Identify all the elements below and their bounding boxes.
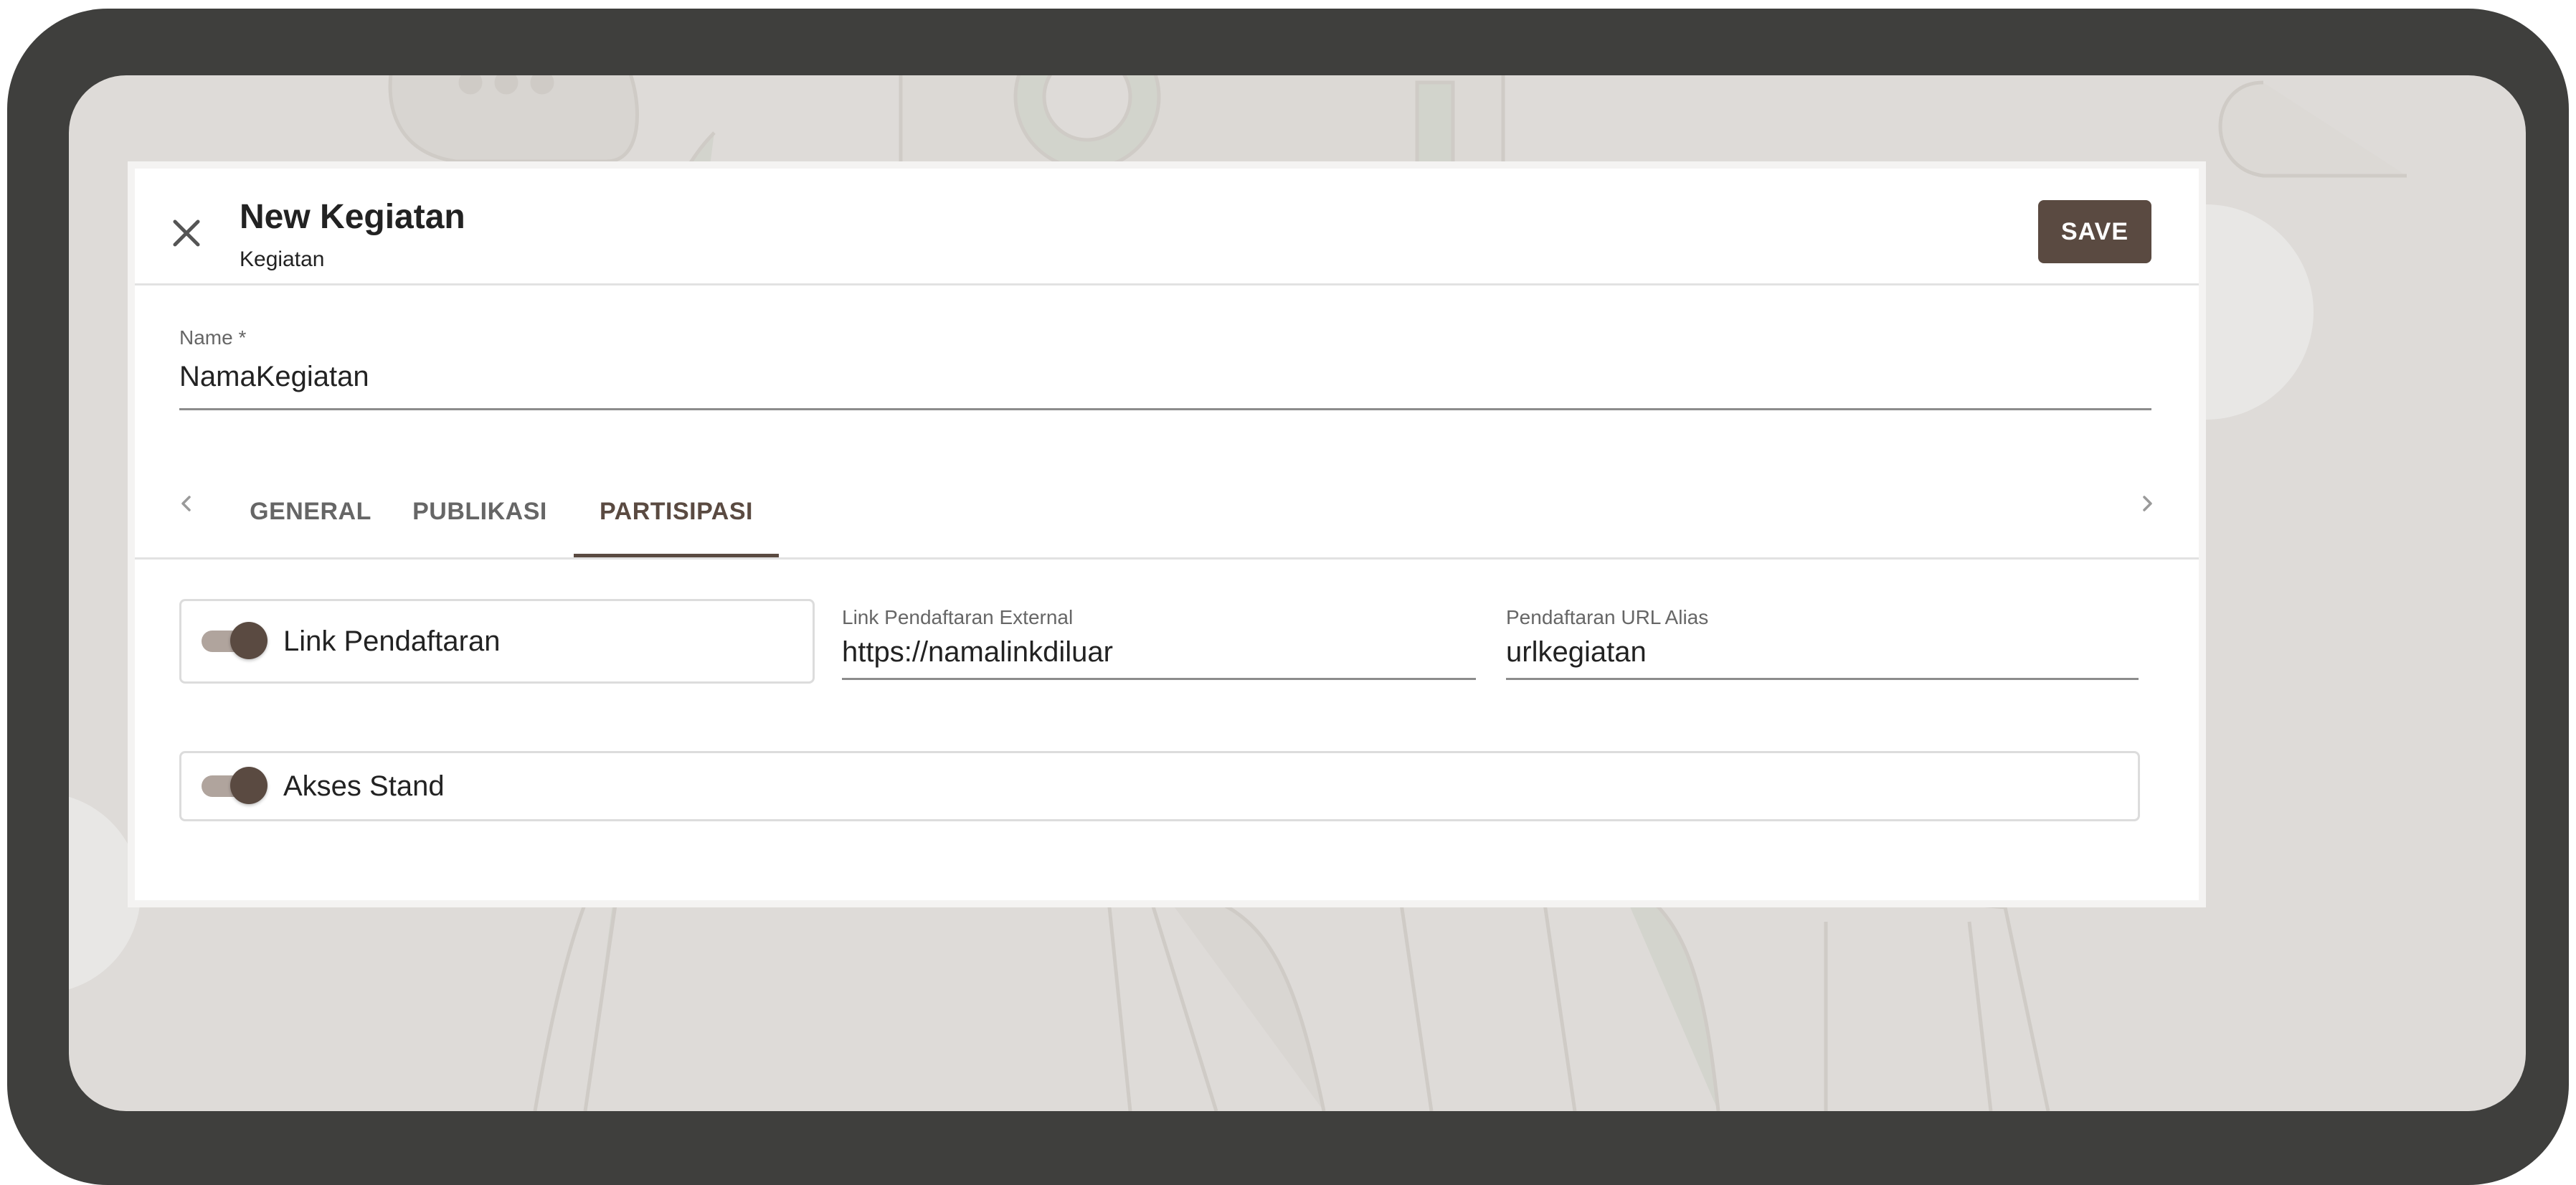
link-external-underline xyxy=(842,678,1476,680)
close-button[interactable] xyxy=(164,210,209,256)
dialog-subtitle: Kegiatan xyxy=(240,247,325,271)
link-pendaftaran-label: Link Pendaftaran xyxy=(283,625,501,657)
name-field-label: Name * xyxy=(179,326,247,349)
chevron-right-icon xyxy=(2143,496,2152,511)
new-kegiatan-dialog: New Kegiatan Kegiatan SAVE Name * NamaKe… xyxy=(135,169,2199,900)
akses-stand-label: Akses Stand xyxy=(283,770,445,802)
url-alias-label: Pendaftaran URL Alias xyxy=(1506,606,1709,628)
link-external-label: Link Pendaftaran External xyxy=(842,606,1074,628)
url-alias-underline xyxy=(1506,678,2139,680)
tabs-scroll-left-button[interactable] xyxy=(165,482,208,525)
name-input[interactable]: NamaKegiatan xyxy=(179,361,369,393)
tab-divider xyxy=(135,557,2199,560)
tab-general[interactable]: GENERAL xyxy=(242,466,379,557)
link-pendaftaran-toggle[interactable]: Link Pendaftaran xyxy=(179,599,815,684)
chevron-left-icon xyxy=(181,496,191,511)
link-external-input[interactable]: https://namalinkdiluar xyxy=(842,636,1113,669)
tab-partisipasi[interactable]: PARTISIPASI xyxy=(574,466,779,557)
akses-stand-toggle[interactable]: Akses Stand xyxy=(179,751,2140,821)
akses-stand-switch[interactable] xyxy=(202,767,267,806)
link-pendaftaran-switch[interactable] xyxy=(202,622,267,661)
device-frame: New Kegiatan Kegiatan SAVE Name * NamaKe… xyxy=(7,9,2569,1185)
app-screen: New Kegiatan Kegiatan SAVE Name * NamaKe… xyxy=(69,75,2526,1111)
tab-publikasi[interactable]: PUBLIKASI xyxy=(412,466,548,557)
dialog-title: New Kegiatan xyxy=(240,198,465,236)
close-icon xyxy=(173,219,200,247)
switch-thumb xyxy=(230,622,267,659)
tabs-scroll-right-button[interactable] xyxy=(2126,482,2169,525)
switch-thumb xyxy=(230,767,267,804)
header-divider xyxy=(135,283,2199,285)
name-input-underline xyxy=(179,408,2151,410)
tab-bar: GENERAL PUBLIKASI PARTISIPASI xyxy=(135,466,2199,560)
url-alias-input[interactable]: urlkegiatan xyxy=(1506,636,1647,669)
save-button[interactable]: SAVE xyxy=(2038,200,2151,263)
